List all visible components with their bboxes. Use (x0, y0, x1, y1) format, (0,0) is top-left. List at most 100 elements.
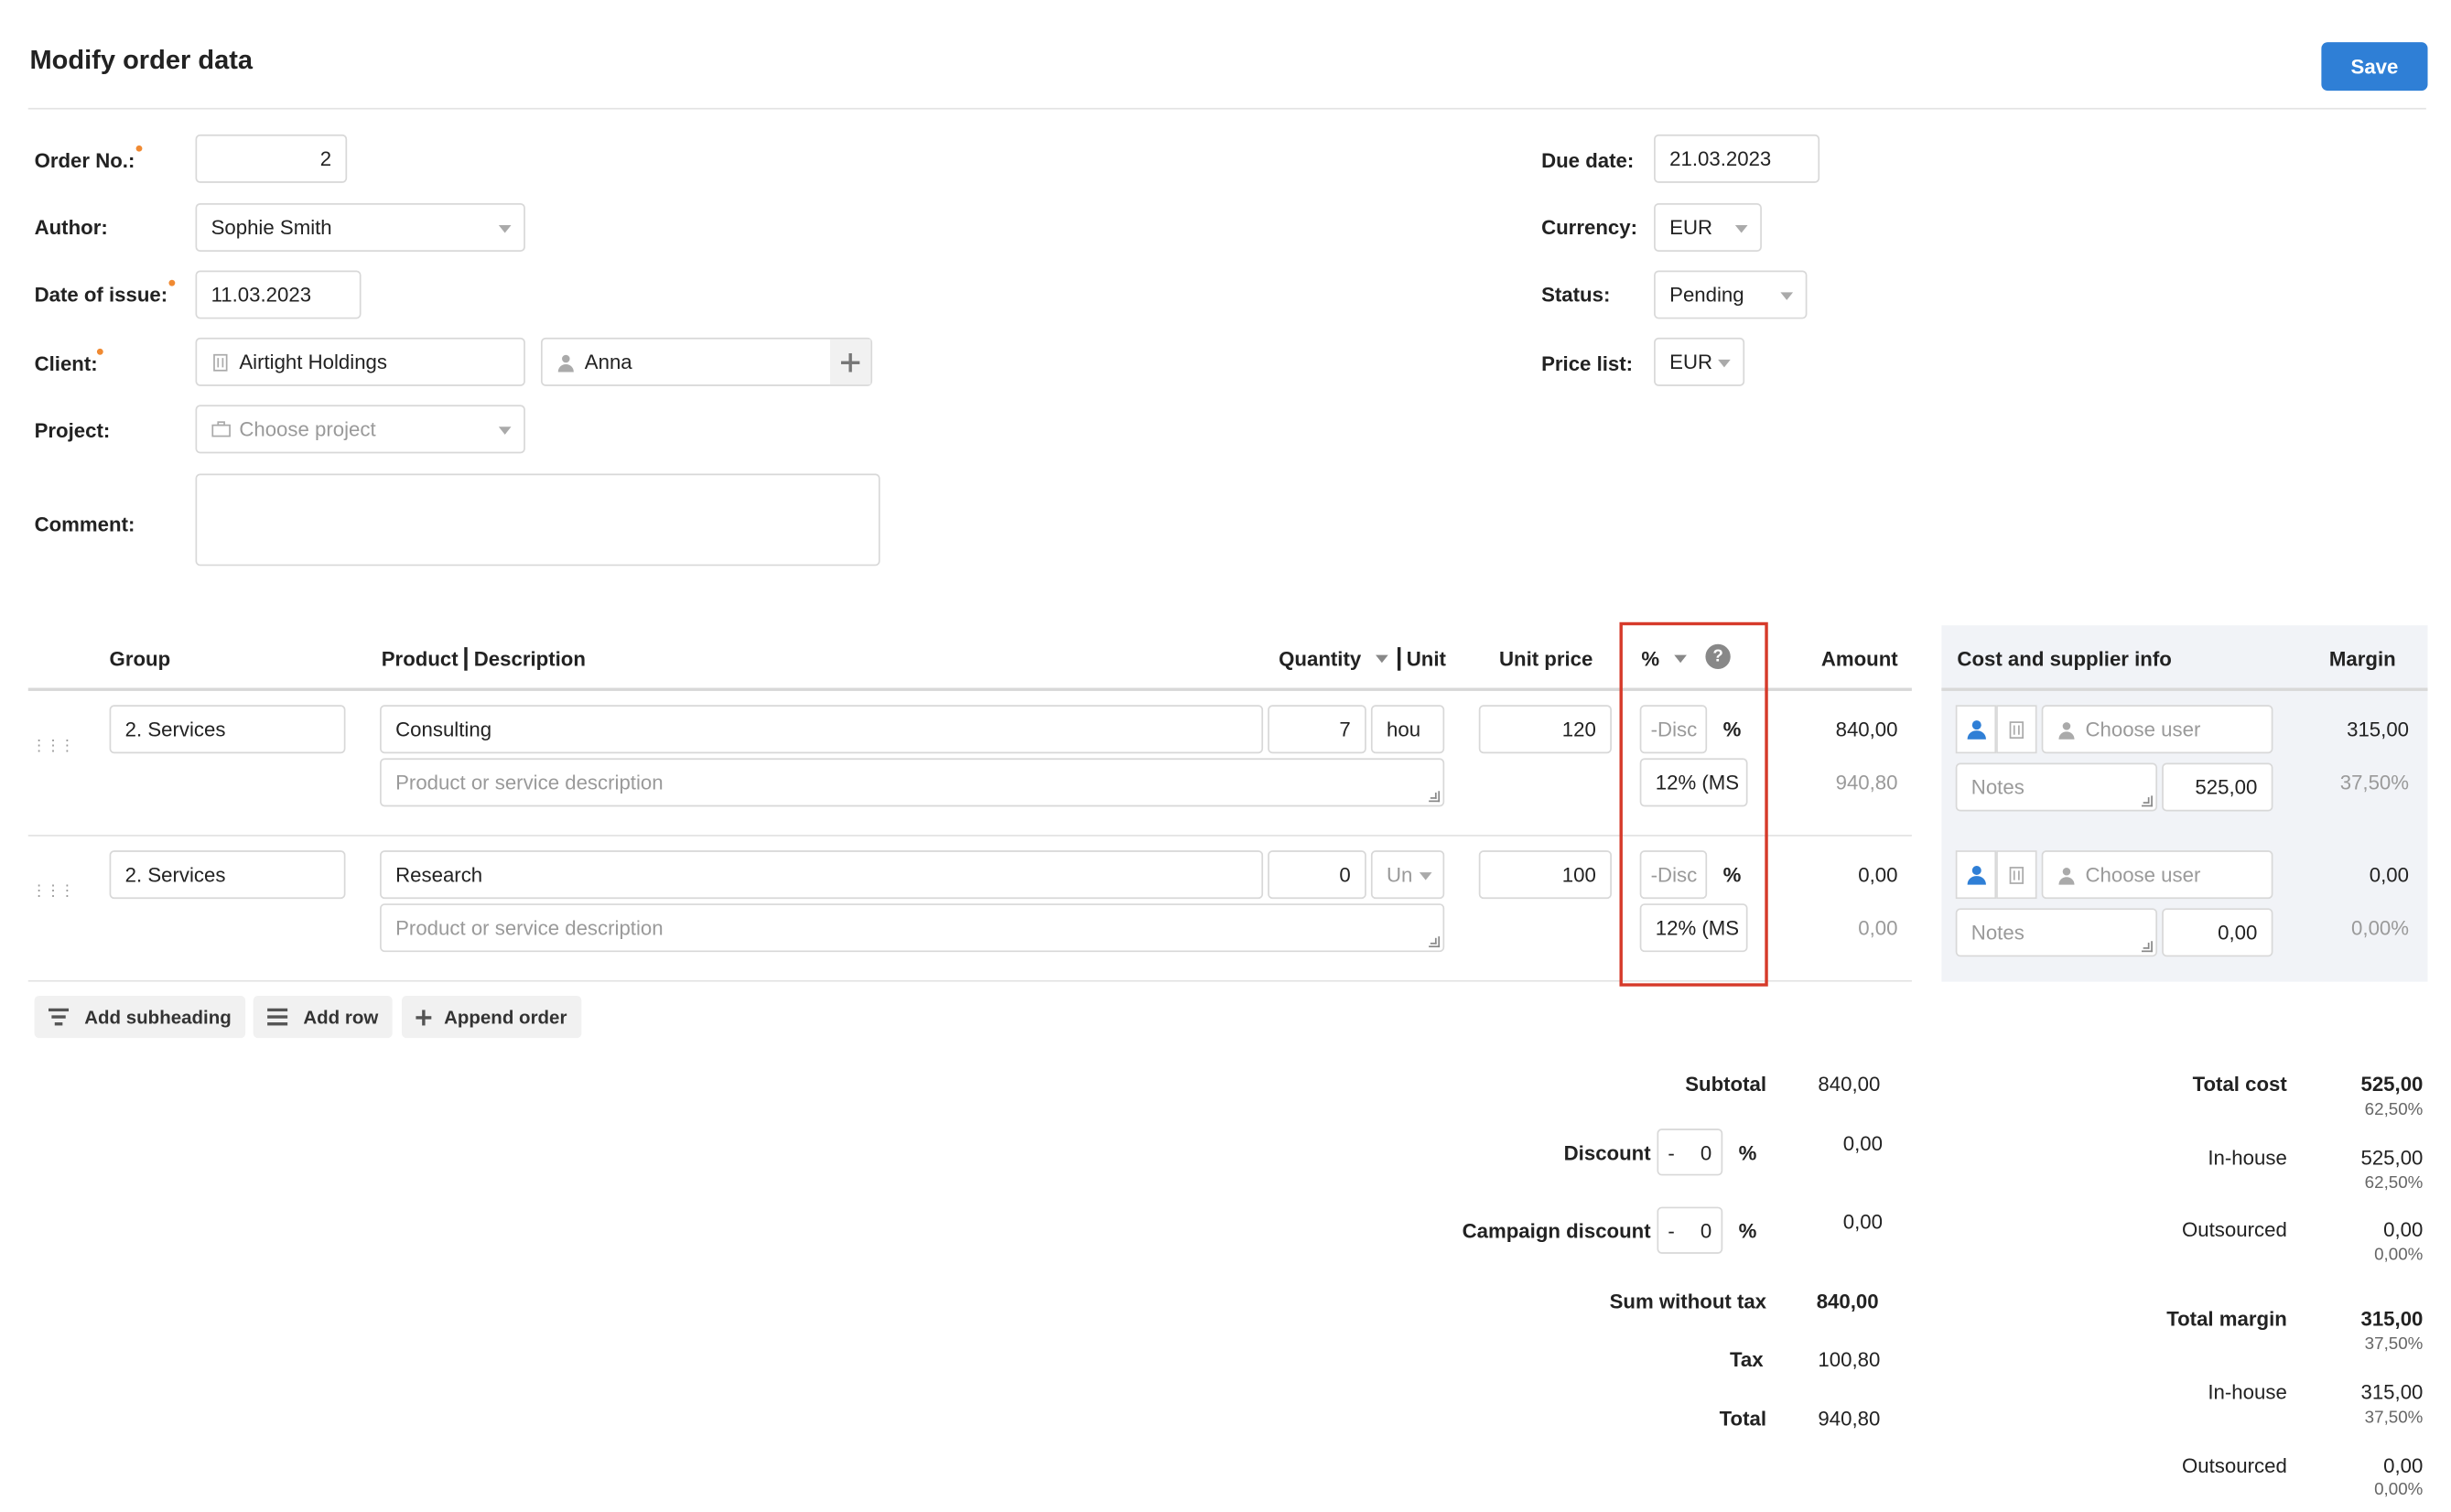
row-quantity-input[interactable]: 0 (1268, 850, 1366, 900)
drag-handle-icon[interactable]: ⋮⋮⋮ (31, 883, 75, 901)
row-notes-textarea[interactable]: Notes (1955, 762, 2158, 812)
row-unit-select[interactable]: Un (1370, 850, 1445, 900)
comment-textarea[interactable] (195, 473, 880, 567)
outsourced-toggle[interactable] (1996, 705, 2037, 754)
append-order-button[interactable]: Append order (401, 995, 581, 1039)
add-subheading-button[interactable]: Add subheading (34, 995, 246, 1039)
resize-handle-icon[interactable] (1429, 791, 1441, 803)
currency-select[interactable]: EUR (1654, 203, 1762, 252)
col-product: Product (381, 647, 459, 671)
col-product-description: Product Description (382, 647, 586, 671)
price-list-select[interactable]: EUR (1654, 337, 1745, 386)
status-value: Pending (1669, 283, 1744, 307)
client-contact-select[interactable]: Anna (540, 337, 873, 386)
inhouse-margin-label: In-house (2208, 1380, 2287, 1404)
row-quantity-input[interactable]: 7 (1268, 705, 1366, 754)
status-select[interactable]: Pending (1654, 270, 1808, 319)
required-indicator (135, 145, 143, 152)
resize-handle-icon[interactable] (1429, 936, 1441, 948)
order-page: Modify order data Save Order No.: 2 Auth… (0, 0, 2451, 1507)
row-description-placeholder: Product or service description (395, 915, 664, 940)
campaign-percent-toggle[interactable]: % (1727, 1207, 1767, 1254)
project-placeholder: Choose project (239, 417, 376, 441)
client-contact-value: Anna (584, 350, 632, 374)
discount-sign: - (1668, 1139, 1675, 1164)
project-label: Project: (34, 418, 111, 443)
chevron-down-icon (1780, 291, 1794, 300)
row-product-input[interactable]: Consulting (380, 705, 1264, 754)
order-no-input[interactable]: 2 (195, 134, 348, 183)
client-company-value: Airtight Holdings (239, 350, 387, 374)
add-contact-button[interactable] (829, 339, 871, 385)
plus-icon (416, 1009, 432, 1025)
row-notes-placeholder: Notes (1971, 775, 2025, 799)
total-value: 940,80 (1818, 1407, 1881, 1431)
status-label: Status: (1541, 283, 1611, 307)
row-product-input[interactable]: Research (380, 850, 1264, 900)
author-select[interactable]: Sophie Smith (195, 203, 525, 252)
chevron-down-icon[interactable] (1375, 654, 1388, 664)
row-description-textarea[interactable]: Product or service description (380, 758, 1445, 807)
drag-handle-icon[interactable]: ⋮⋮⋮ (31, 738, 75, 755)
col-description: Description (473, 647, 586, 671)
row-description-textarea[interactable]: Product or service description (380, 903, 1445, 953)
client-company-select[interactable]: Airtight Holdings (195, 337, 525, 386)
inhouse-cost-pct: 62,50% (2364, 1173, 2424, 1193)
currency-value: EUR (1669, 215, 1713, 240)
inhouse-toggle[interactable] (1955, 850, 1997, 900)
tax-value: 100,80 (1818, 1347, 1881, 1371)
campaign-discount-input[interactable]: - 0 (1657, 1206, 1723, 1254)
add-row-button[interactable]: Add row (253, 995, 393, 1039)
building-icon (213, 353, 228, 371)
row-cost-input[interactable]: 0,00 (2162, 908, 2273, 957)
row-notes-textarea[interactable]: Notes (1955, 908, 2158, 957)
add-subheading-label: Add subheading (84, 1006, 232, 1029)
outsourced-cost-pct: 0,00% (2374, 1246, 2424, 1265)
row-user-select[interactable]: Choose user (2041, 705, 2273, 754)
outsourced-toggle[interactable] (1996, 850, 2037, 900)
campaign-discount-amount: 0,00 (1842, 1209, 1883, 1234)
client-label: Client: (34, 351, 98, 375)
user-icon (1966, 720, 1986, 740)
comment-label: Comment: (34, 513, 135, 536)
due-date-input[interactable]: 21.03.2023 (1654, 134, 1820, 183)
row-cost-input[interactable]: 525,00 (2162, 762, 2273, 812)
due-date-label: Due date: (1541, 148, 1635, 172)
total-cost-value: 525,00 (2360, 1072, 2424, 1096)
append-order-label: Append order (444, 1006, 567, 1029)
campaign-sign: - (1668, 1218, 1675, 1243)
col-quantity-unit: Quantity Unit (1279, 647, 1446, 671)
subheading-icon (48, 1008, 70, 1026)
row-group-input[interactable]: 2. Services (109, 850, 346, 900)
total-margin-value: 315,00 (2360, 1306, 2424, 1331)
col-amount: Amount (1820, 647, 1898, 671)
row-unit-price-input[interactable]: 120 (1478, 705, 1612, 754)
building-icon (2009, 720, 2025, 739)
currency-label: Currency: (1541, 215, 1637, 240)
row-amount-with-tax: 940,80 (1835, 771, 1898, 794)
date-issue-input[interactable]: 11.03.2023 (195, 270, 362, 319)
total-margin-pct: 37,50% (2364, 1334, 2424, 1355)
outsourced-margin-pct: 0,00% (2374, 1480, 2424, 1499)
row-group-input[interactable]: 2. Services (109, 705, 346, 754)
row-margin: 315,00 (2347, 717, 2410, 741)
total-cost-label: Total cost (2192, 1072, 2287, 1096)
inhouse-cost-value: 525,00 (2360, 1145, 2424, 1170)
user-icon (1966, 866, 1986, 885)
save-button[interactable]: Save (2321, 42, 2428, 92)
col-margin: Margin (2328, 647, 2396, 671)
row-user-select[interactable]: Choose user (2041, 850, 2273, 900)
inhouse-toggle[interactable] (1955, 705, 1997, 754)
row-unit-input[interactable]: hou (1370, 705, 1445, 754)
required-indicator (96, 348, 103, 355)
row-amount-with-tax: 0,00 (1858, 915, 1898, 940)
project-select[interactable]: Choose project (195, 405, 525, 454)
resize-handle-icon[interactable] (2141, 941, 2153, 953)
discount-input[interactable]: - 0 (1657, 1129, 1723, 1176)
resize-handle-icon[interactable] (2141, 795, 2153, 807)
chevron-down-icon (1718, 358, 1731, 367)
col-cost-supplier: Cost and supplier info (1957, 647, 2172, 671)
row-unit-price-input[interactable]: 100 (1478, 850, 1612, 900)
discount-percent-toggle[interactable]: % (1727, 1129, 1767, 1175)
subtotal-label: Subtotal (1685, 1072, 1767, 1096)
